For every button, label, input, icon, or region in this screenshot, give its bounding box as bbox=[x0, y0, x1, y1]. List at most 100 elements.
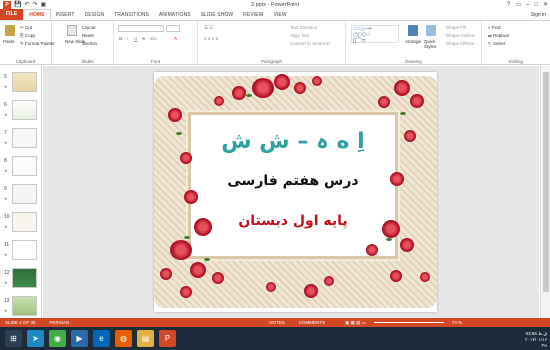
thumbnail-image bbox=[12, 296, 37, 316]
zoom-level[interactable]: 74 % bbox=[452, 320, 462, 325]
sign-in-link[interactable]: Sign in bbox=[531, 12, 546, 18]
thumbnail-slide[interactable]: 8 ★ bbox=[4, 156, 38, 178]
minimize-icon[interactable]: – bbox=[526, 0, 529, 10]
shape-fill-button[interactable]: Shape Fill bbox=[446, 25, 466, 30]
telegram-icon[interactable]: ➤ bbox=[27, 330, 44, 347]
align-text-button[interactable]: Align Text bbox=[290, 33, 309, 38]
shape-outline-button[interactable]: Shape Outline bbox=[446, 33, 475, 38]
thumbnail-slide[interactable]: 6 ★ bbox=[4, 100, 38, 122]
leaf-decoration bbox=[400, 112, 406, 115]
tab-review[interactable]: REVIEW bbox=[238, 10, 268, 20]
tab-transitions[interactable]: TRANSITIONS bbox=[109, 10, 154, 20]
thumbnail-slide[interactable]: 5 ★ bbox=[4, 72, 38, 94]
thumbnail-slide[interactable]: 12 ★ bbox=[4, 268, 38, 290]
bullets-icon[interactable]: ☰ ☷ bbox=[204, 25, 213, 31]
current-slide[interactable]: اِ ه ہ – ش ش درس هفتم فارسی پایه اول دبس… bbox=[154, 72, 437, 312]
thumbnail-number: 10 bbox=[4, 214, 10, 220]
vertical-scrollbar[interactable] bbox=[540, 66, 550, 318]
format-painter-label: Format Painter bbox=[25, 41, 55, 46]
thumbnail-slide[interactable]: 7 ★ bbox=[4, 128, 38, 150]
thumbnail-image bbox=[12, 268, 37, 288]
reset-button[interactable]: Reset bbox=[82, 33, 94, 38]
chrome-icon[interactable]: ◉ bbox=[49, 330, 66, 347]
tab-slide-show[interactable]: SLIDE SHOW bbox=[196, 10, 238, 20]
cut-button[interactable]: ✂ Cut bbox=[20, 25, 32, 31]
slide-lesson-title[interactable]: درس هفتم فارسی bbox=[191, 173, 395, 189]
tab-file[interactable]: FILE bbox=[0, 9, 24, 20]
tab-design[interactable]: DESIGN bbox=[80, 10, 110, 20]
format-painter-button[interactable]: ✎ Format Painter bbox=[20, 41, 55, 47]
star-icon: ★ bbox=[4, 168, 8, 173]
font-name-dropdown[interactable] bbox=[118, 25, 164, 32]
zoom-slider[interactable] bbox=[373, 322, 444, 323]
thumbnail-slide[interactable]: 11 ★ bbox=[4, 240, 38, 262]
shadow-button[interactable]: abc bbox=[150, 36, 157, 41]
tab-animations[interactable]: ANIMATIONS bbox=[154, 10, 196, 20]
flower-decoration bbox=[232, 86, 246, 100]
powerpoint-taskbar-icon[interactable]: P bbox=[159, 330, 176, 347]
paste-button[interactable]: Paste bbox=[3, 39, 15, 44]
find-button[interactable]: ⌕ Find bbox=[488, 25, 501, 30]
tab-home[interactable]: HOME bbox=[23, 9, 51, 20]
star-icon: ★ bbox=[4, 280, 8, 285]
slide-thumbnail-panel[interactable]: 5 ★ 6 ★ 7 ★ 8 ★ 9 ★ 10 ★ 11 ★ 12 ★ 13 ★ bbox=[0, 66, 42, 318]
arrange-button[interactable]: Arrange bbox=[405, 39, 421, 44]
section-button[interactable]: Section bbox=[82, 41, 97, 46]
notes-button[interactable]: NOTES bbox=[269, 320, 285, 325]
tab-insert[interactable]: INSERT bbox=[51, 10, 80, 20]
shape-effects-button[interactable]: Shape Effects bbox=[446, 41, 474, 46]
close-icon[interactable]: ✕ bbox=[543, 0, 548, 10]
slide-editing-area[interactable]: اِ ه ہ – ش ش درس هفتم فارسی پایه اول دبس… bbox=[43, 66, 539, 318]
help-icon[interactable]: ? bbox=[507, 0, 510, 10]
window-title: 2.pptx - PowerPoint bbox=[251, 2, 299, 8]
ribbon-display-icon[interactable]: ▭ bbox=[515, 0, 521, 10]
slide-grade-title[interactable]: پایه اول دبستان bbox=[191, 213, 395, 229]
firefox-icon[interactable]: ◍ bbox=[115, 330, 132, 347]
clipboard-group-label: Clipboard bbox=[15, 59, 36, 64]
italic-button[interactable]: I bbox=[127, 36, 128, 41]
maximize-icon[interactable]: □ bbox=[534, 0, 538, 10]
comments-button[interactable]: COMMENTS bbox=[299, 320, 325, 325]
language-indicator[interactable]: PERSIAN bbox=[50, 320, 70, 325]
text-direction-button[interactable]: Text Direction bbox=[290, 25, 317, 30]
paragraph-group: ☰ ☷ ≡ ≡ ≡ ≡ Text Direction Align Text Co… bbox=[198, 21, 346, 65]
underline-button[interactable]: U bbox=[134, 36, 137, 41]
tab-view[interactable]: VIEW bbox=[268, 10, 291, 20]
flower-decoration bbox=[410, 94, 424, 108]
thumbnail-slide[interactable]: 13 ★ bbox=[4, 296, 38, 318]
font-group: B I U S abc A Font bbox=[114, 21, 198, 65]
scrollbar-thumb[interactable] bbox=[543, 72, 549, 292]
bold-button[interactable]: B bbox=[119, 36, 122, 41]
copy-button[interactable]: ⎘ Copy bbox=[20, 33, 35, 38]
find-icon: ⌕ bbox=[488, 25, 491, 30]
start-icon[interactable]: ⊞ bbox=[5, 330, 22, 347]
slide-letters-heading[interactable]: اِ ه ہ – ش ش bbox=[191, 129, 395, 154]
cut-label: Cut bbox=[25, 25, 33, 30]
layout-button[interactable]: Layout bbox=[82, 25, 96, 30]
star-icon: ★ bbox=[4, 84, 8, 89]
replace-button[interactable]: ⇄ Replace bbox=[488, 33, 510, 39]
view-buttons[interactable]: ▣ ▦ ▤ ▭ bbox=[345, 320, 366, 326]
thumbnail-slide[interactable]: 9 ★ bbox=[4, 184, 38, 206]
flower-decoration bbox=[312, 76, 322, 86]
slides-group: New Slide Layout Reset Section Slides bbox=[62, 21, 114, 65]
star-icon: ★ bbox=[4, 140, 8, 145]
drawing-group-label: Drawing bbox=[405, 59, 422, 64]
align-icons[interactable]: ≡ ≡ ≡ ≡ bbox=[204, 36, 218, 41]
cut-icon: ✂ bbox=[20, 25, 24, 30]
quick-styles-button[interactable]: Quick Styles bbox=[424, 39, 440, 49]
tray-language[interactable]: FA bbox=[525, 343, 547, 349]
file-explorer-icon[interactable]: ▤ bbox=[137, 330, 154, 347]
media-player-icon[interactable]: ▶ bbox=[71, 330, 88, 347]
font-color-button[interactable]: A bbox=[174, 36, 177, 41]
shapes-gallery[interactable]: ▭○△⟶ ▢⬠⬡☆ {}⌒⬭ bbox=[351, 25, 399, 44]
flower-decoration bbox=[404, 130, 416, 142]
convert-smartart-button[interactable]: Convert to SmartArt bbox=[290, 41, 330, 46]
thumbnail-slide[interactable]: 10 ★ bbox=[4, 212, 38, 234]
font-size-dropdown[interactable] bbox=[166, 25, 180, 32]
flower-decoration bbox=[390, 172, 404, 186]
select-button[interactable]: ↖ Select bbox=[488, 41, 506, 47]
strikethrough-button[interactable]: S bbox=[142, 36, 145, 41]
internet-explorer-icon[interactable]: e bbox=[93, 330, 110, 347]
flower-decoration bbox=[252, 78, 274, 98]
